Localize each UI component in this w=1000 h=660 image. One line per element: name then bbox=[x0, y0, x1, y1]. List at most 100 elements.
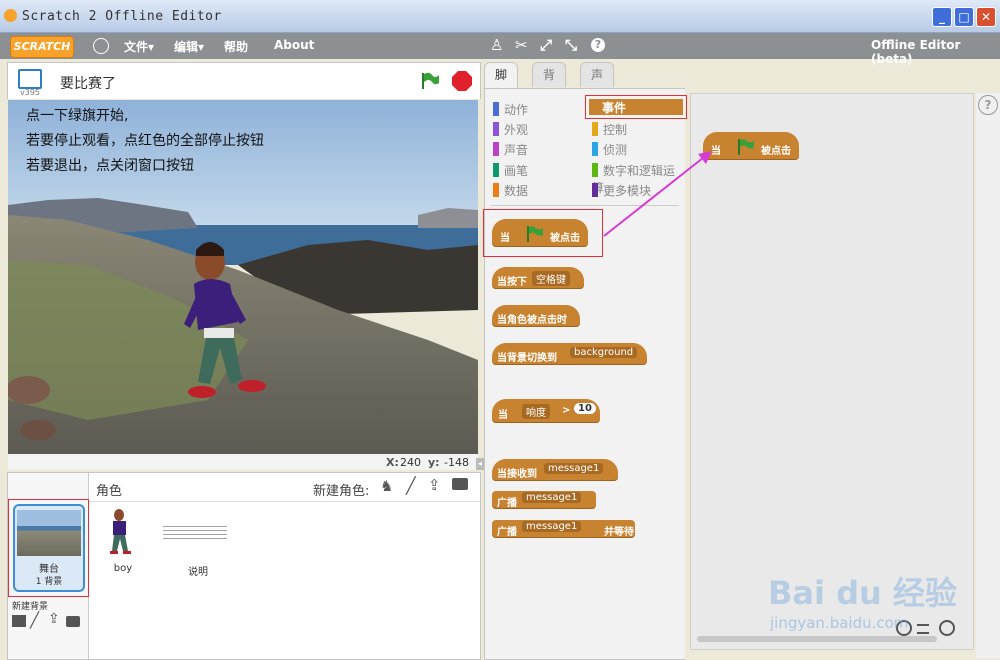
maximize-button[interactable]: □ bbox=[954, 7, 974, 27]
category-color-bar bbox=[592, 142, 598, 156]
close-button[interactable]: ✕ bbox=[976, 7, 996, 27]
broadcast-block[interactable]: 广播 message1 bbox=[492, 491, 596, 509]
stage-name: 舞台 bbox=[39, 564, 59, 575]
menu-about[interactable]: About bbox=[274, 38, 314, 52]
watermark-url: jingyan.baidu.com bbox=[770, 614, 909, 632]
horizontal-scrollbar[interactable] bbox=[697, 636, 937, 642]
tab-backdrops[interactable]: 背景 bbox=[532, 62, 567, 106]
menu-file[interactable]: 文件▾ bbox=[124, 38, 154, 55]
backdrop-library-icon[interactable] bbox=[12, 615, 26, 627]
when-sensor-greater-block[interactable]: 当 响度 > 10 bbox=[492, 399, 600, 423]
sprite-item-note[interactable]: 说明 bbox=[163, 507, 233, 578]
stage-canvas[interactable]: 点一下绿旗开始, 若要停止观看，点红色的全部停止按钮 若要退出，点关闭窗口按钮 bbox=[8, 100, 478, 454]
menu-edit[interactable]: 编辑▾ bbox=[174, 38, 204, 55]
receive-dropdown[interactable]: message1 bbox=[544, 463, 604, 474]
menu-bar: SCRATCH 文件▾ 编辑▾ 帮助 About ♙ ✂ ⤢ ⤡ ? Offli… bbox=[0, 33, 1000, 66]
note-thumbnail bbox=[163, 523, 227, 541]
when-sprite-clicked-block[interactable]: 当角色被点击时 bbox=[492, 305, 580, 327]
category-label: 控制 bbox=[603, 123, 628, 137]
category-color-bar bbox=[592, 183, 598, 197]
block-text: 当 bbox=[498, 410, 508, 421]
category-pen[interactable]: 画笔 bbox=[493, 162, 528, 179]
stage-thumbnail-image bbox=[17, 510, 81, 556]
boy-sprite[interactable] bbox=[180, 232, 280, 412]
stop-button[interactable] bbox=[452, 71, 472, 91]
globe-icon[interactable] bbox=[93, 38, 109, 54]
sprite-library-icon[interactable]: ♞ bbox=[380, 477, 393, 495]
block-text: 广播 bbox=[497, 498, 517, 509]
upload-sprite-icon[interactable]: ⇪ bbox=[428, 476, 441, 494]
new-sprite-label: 新建角色: bbox=[313, 484, 370, 499]
delete-tool-icon[interactable]: ✂ bbox=[515, 36, 528, 54]
backdrop-dropdown[interactable]: background bbox=[570, 347, 638, 358]
right-side-bar: ? bbox=[976, 93, 1000, 658]
block-text: 当角色被点击时 bbox=[497, 315, 567, 326]
broadcast-wait-dropdown[interactable]: message1 bbox=[522, 521, 582, 532]
camera-sprite-icon[interactable] bbox=[452, 478, 468, 490]
when-backdrop-switches-block[interactable]: 当背景切换到 background bbox=[492, 343, 647, 365]
tab-scripts[interactable]: 脚本 bbox=[484, 62, 519, 106]
scratch-logo[interactable]: SCRATCH bbox=[10, 36, 74, 58]
stage-instructions: 点一下绿旗开始, 若要停止观看，点红色的全部停止按钮 若要退出，点关闭窗口按钮 bbox=[26, 104, 264, 179]
category-looks[interactable]: 外观 bbox=[493, 121, 528, 138]
category-label: 数据 bbox=[504, 184, 529, 198]
watermark-logo: Bai du 经验 bbox=[768, 568, 957, 614]
duplicate-tool-icon[interactable]: ♙ bbox=[490, 36, 503, 54]
minimize-button[interactable]: _ bbox=[932, 7, 952, 27]
zoom-in-icon[interactable] bbox=[939, 620, 955, 636]
category-label: 动作 bbox=[504, 103, 529, 117]
camera-backdrop-icon[interactable] bbox=[66, 616, 80, 627]
broadcast-dropdown[interactable]: message1 bbox=[522, 492, 582, 503]
fullscreen-icon[interactable] bbox=[18, 69, 42, 89]
when-flag-clicked-block[interactable]: 当 被点击 bbox=[492, 219, 588, 247]
when-key-pressed-block[interactable]: 当按下 空格键 bbox=[492, 267, 584, 289]
when-receive-block[interactable]: 当接收到 message1 bbox=[492, 459, 618, 481]
shrink-tool-icon[interactable]: ⤡ bbox=[565, 36, 577, 54]
sprite-item-boy[interactable]: boy bbox=[103, 507, 143, 577]
script-area[interactable]: 当 被点击 bbox=[690, 93, 974, 650]
broadcast-and-wait-block[interactable]: 广播 message1 并等待 bbox=[492, 520, 635, 538]
menu-help[interactable]: 帮助 bbox=[224, 38, 248, 55]
category-color-bar bbox=[493, 122, 499, 136]
coordinate-bar: X: 240 y: -148 bbox=[8, 454, 478, 470]
sensor-number-input[interactable]: 10 bbox=[574, 403, 596, 414]
sprite-name: boy bbox=[113, 563, 133, 574]
category-color-bar bbox=[493, 163, 499, 177]
project-title[interactable]: 要比赛了 bbox=[60, 73, 116, 93]
block-text: 当接收到 bbox=[497, 469, 537, 480]
grow-tool-icon[interactable]: ⤢ bbox=[540, 36, 552, 54]
category-data[interactable]: 数据 bbox=[493, 182, 528, 199]
version-label: v395 bbox=[20, 88, 41, 97]
tips-help-icon[interactable]: ? bbox=[978, 95, 998, 115]
collapse-stage-arrow-icon[interactable]: ◂ bbox=[476, 458, 484, 470]
upload-backdrop-icon[interactable]: ⇪ bbox=[48, 611, 60, 627]
watermark-brand: Bai du 经验 bbox=[768, 574, 957, 612]
sensor-dropdown[interactable]: 响度 bbox=[522, 404, 550, 419]
instruction-line: 若要退出，点关闭窗口按钮 bbox=[26, 158, 194, 174]
category-motion[interactable]: 动作 bbox=[493, 101, 528, 118]
tab-sounds[interactable]: 声音 bbox=[580, 62, 615, 106]
category-color-bar bbox=[592, 163, 598, 177]
category-events[interactable]: 事件 bbox=[585, 95, 687, 119]
paint-new-sprite-icon[interactable]: ╱ bbox=[406, 476, 416, 495]
x-value: 240 bbox=[400, 456, 421, 469]
block-text: 广播 bbox=[497, 527, 517, 538]
block-text: > bbox=[562, 405, 571, 416]
sprite-header: 角色 新建角色: ♞ ╱ ⇪ bbox=[88, 473, 480, 502]
category-sound[interactable]: 声音 bbox=[493, 141, 528, 158]
stage-thumbnail[interactable]: 舞台 1 背景 bbox=[8, 499, 89, 597]
app-label: Offline Editor (beta) bbox=[871, 38, 961, 66]
green-flag-button[interactable] bbox=[420, 71, 440, 91]
boy-thumbnail bbox=[110, 509, 131, 554]
paint-backdrop-icon[interactable]: ╱ bbox=[30, 611, 39, 629]
zoom-reset-icon[interactable] bbox=[917, 624, 929, 634]
help-tool-icon[interactable]: ? bbox=[591, 38, 605, 52]
sprite-pane: 角色 新建角色: ♞ ╱ ⇪ 舞台 1 背景 新建背景 ╱ ⇪ boy 说明 bbox=[7, 472, 481, 660]
y-label: y: bbox=[428, 456, 440, 469]
key-dropdown[interactable]: 空格键 bbox=[532, 271, 570, 286]
annotation-arrow bbox=[603, 151, 712, 237]
window-title: Scratch 2 Offline Editor bbox=[22, 9, 222, 24]
category-control[interactable]: 控制 bbox=[592, 121, 627, 138]
category-color-bar bbox=[493, 142, 499, 156]
category-label: 事件 bbox=[602, 101, 627, 115]
